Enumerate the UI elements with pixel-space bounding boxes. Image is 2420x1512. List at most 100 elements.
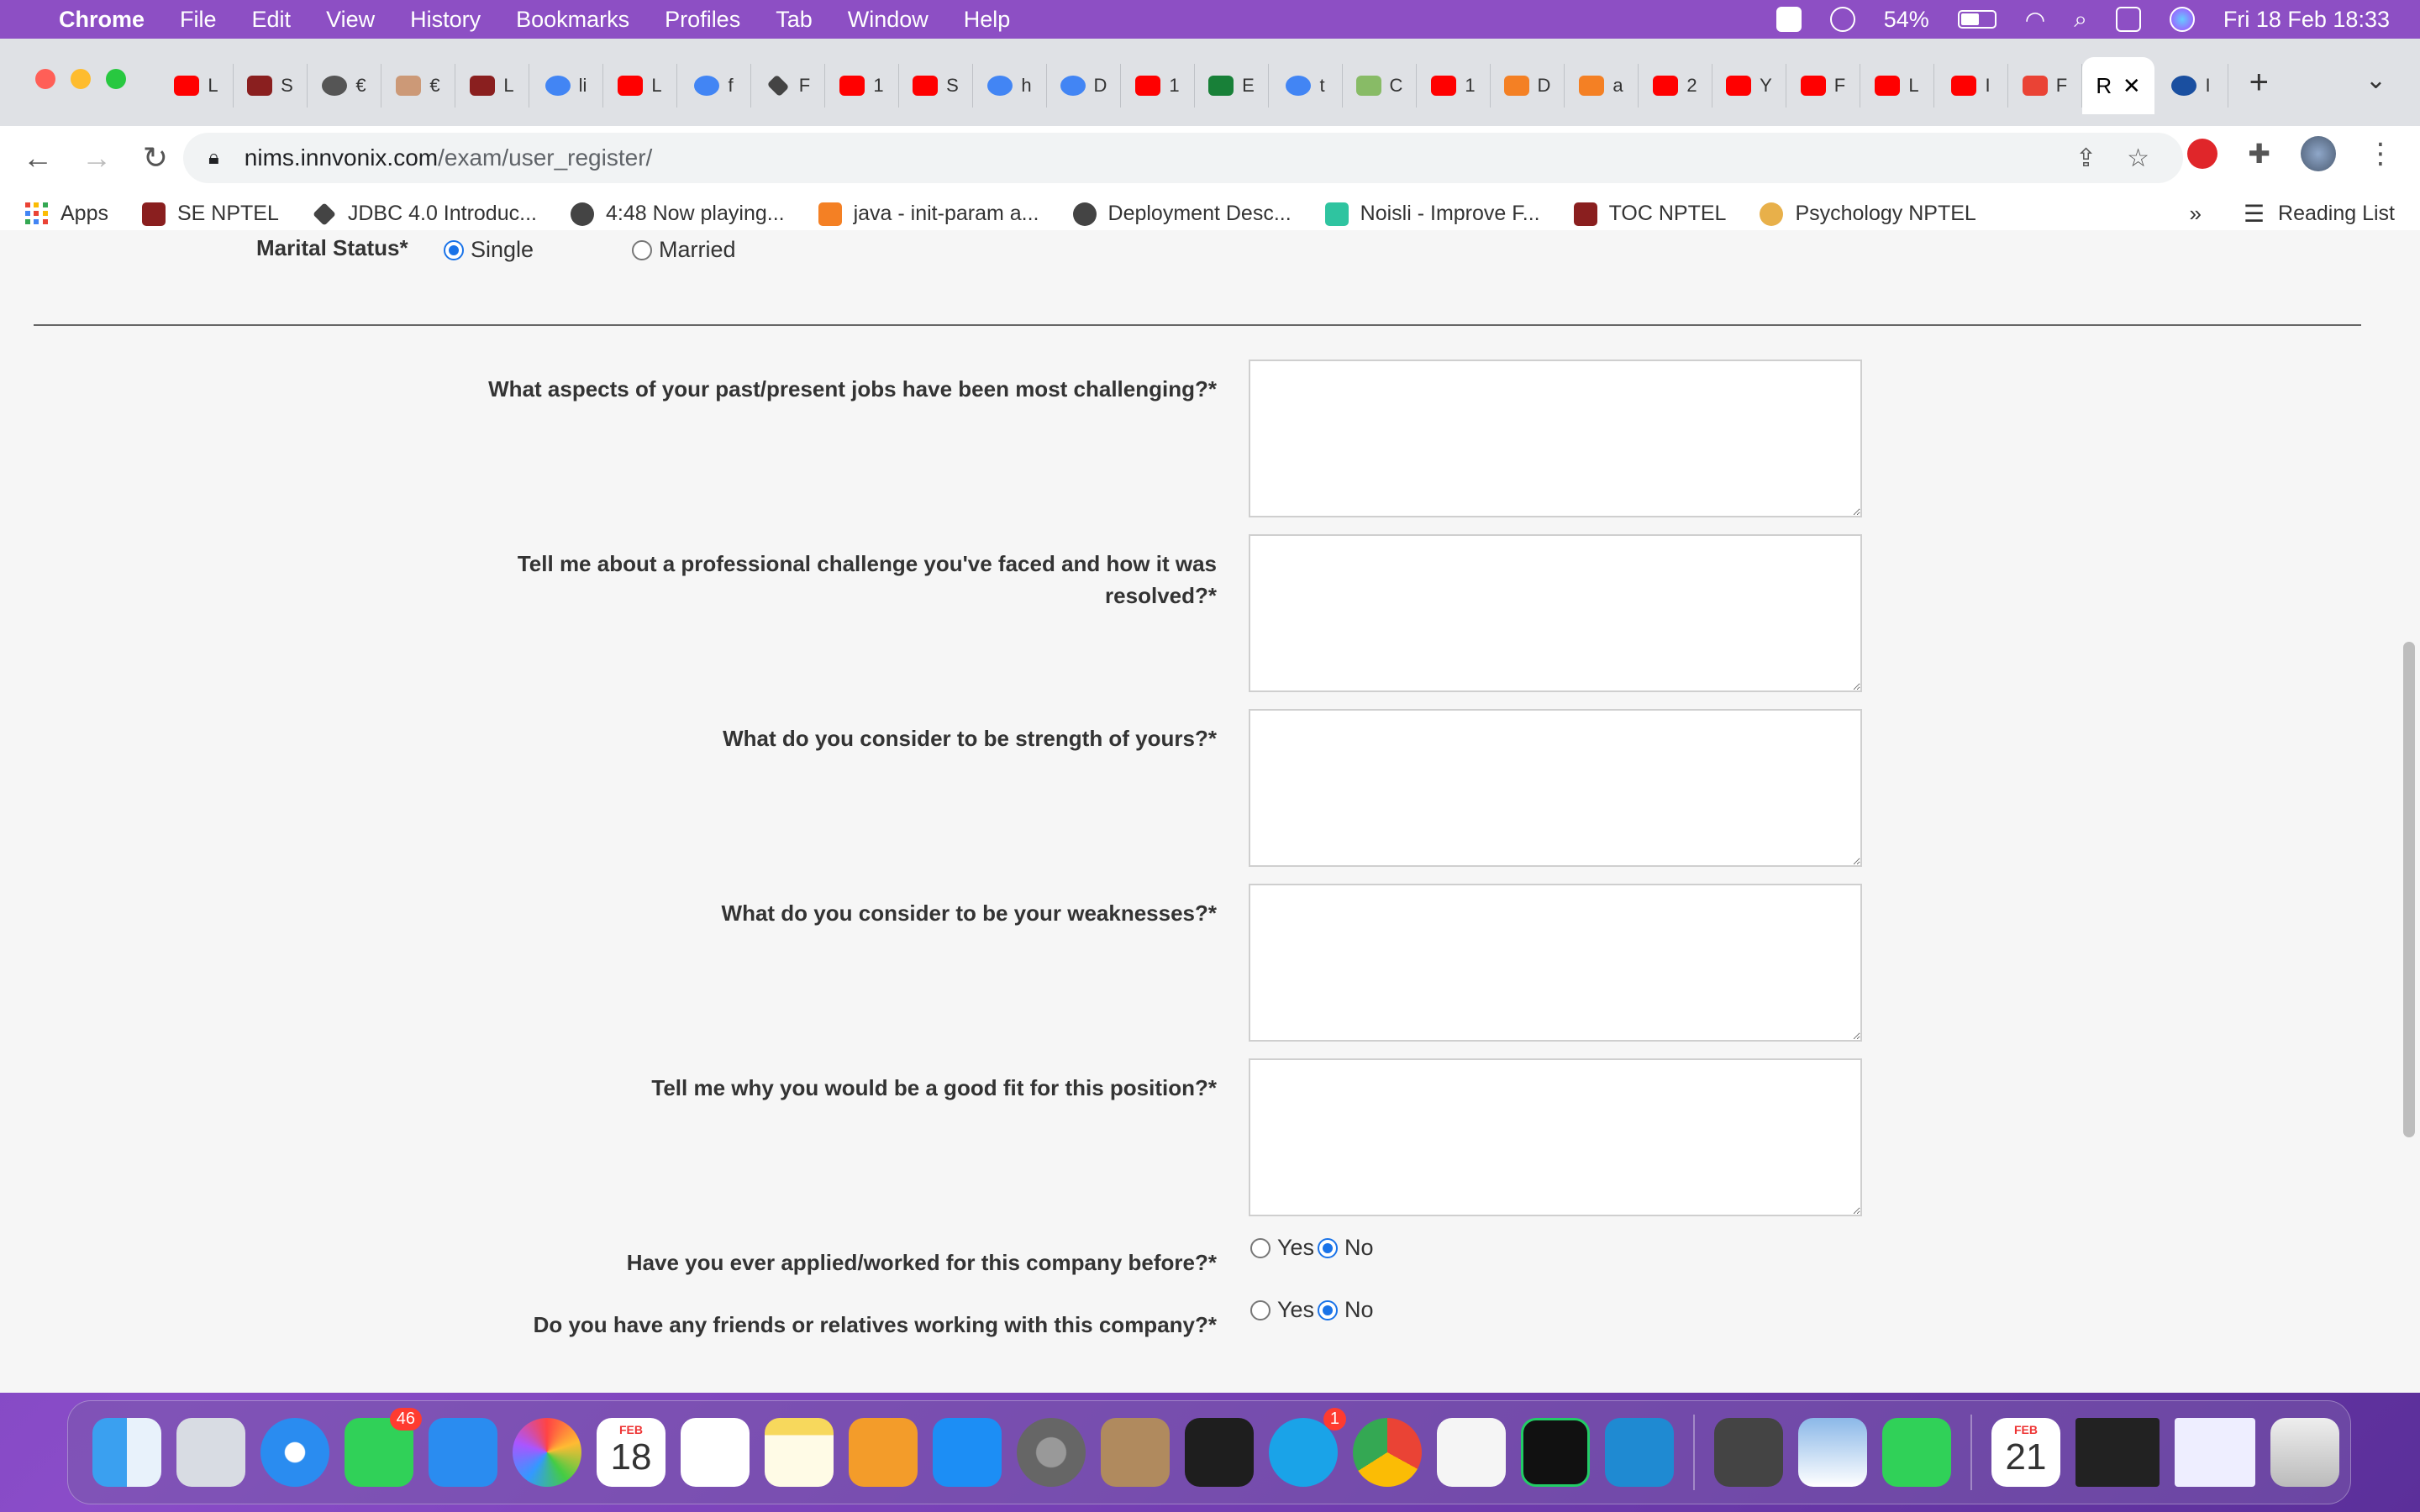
bookmark-item[interactable]: JDBC 4.0 Introduc... [313, 202, 537, 226]
tab[interactable]: L [1860, 64, 1934, 108]
menu-window[interactable]: Window [848, 7, 929, 33]
close-window-button[interactable] [35, 69, 55, 89]
calendar-icon[interactable]: FEB 18 [597, 1418, 666, 1487]
menu-edit[interactable]: Edit [252, 7, 292, 33]
address-bar[interactable]: 🔒︎ nims.innvonix.com/exam/user_register/… [183, 133, 2183, 183]
clock[interactable]: Fri 18 Feb 18:33 [2223, 7, 2390, 33]
bookmark-item[interactable]: TOC NPTEL [1573, 202, 1726, 226]
reload-button[interactable]: ↻ [134, 140, 176, 176]
bookmarks-overflow-icon[interactable]: » [2190, 201, 2202, 227]
bookmark-item[interactable]: 4:48 Now playing... [570, 202, 785, 226]
document-thumbnail-icon[interactable] [2175, 1418, 2255, 1487]
tab[interactable]: Y [1712, 64, 1786, 108]
tab[interactable]: D [1047, 64, 1121, 108]
menu-history[interactable]: History [410, 7, 481, 33]
tab[interactable]: € [381, 64, 455, 108]
tab[interactable]: 1 [825, 64, 899, 108]
adblock-extension-icon[interactable] [2187, 139, 2218, 169]
tab[interactable]: I [2154, 64, 2228, 108]
tab[interactable]: 1 [1121, 64, 1195, 108]
tab[interactable]: L [160, 64, 234, 108]
bookmark-item[interactable]: java - init-param a... [818, 202, 1039, 226]
tab[interactable]: C [1343, 64, 1417, 108]
active-tab[interactable]: R ✕ [2082, 57, 2154, 114]
back-button[interactable]: ← [17, 140, 59, 176]
system-preferences-icon[interactable] [1017, 1418, 1086, 1487]
tab[interactable]: F [1786, 64, 1860, 108]
applied-before-yes-option[interactable]: Yes [1250, 1235, 1314, 1261]
skype-icon[interactable]: 1 [1269, 1408, 1346, 1487]
finder-icon[interactable] [92, 1418, 161, 1487]
tab[interactable]: L [455, 64, 529, 108]
bookmark-item[interactable]: SE NPTEL [141, 202, 279, 226]
trash-icon[interactable] [2270, 1418, 2339, 1487]
chrome-icon[interactable] [1353, 1418, 1422, 1487]
tab[interactable]: I [1934, 64, 2008, 108]
strength-answer-field[interactable] [1249, 709, 1862, 867]
close-tab-icon[interactable]: ✕ [2123, 73, 2141, 99]
tab[interactable]: a [1565, 64, 1639, 108]
menu-profiles[interactable]: Profiles [665, 7, 740, 33]
marital-single-option[interactable]: Single [444, 237, 534, 263]
challenging-answer-field[interactable] [1249, 360, 1862, 517]
facetime-icon[interactable] [1882, 1418, 1951, 1487]
bookmark-star-icon[interactable]: ☆ [2127, 144, 2149, 173]
tab-search-chevron-icon[interactable]: ⌄ [2365, 66, 2386, 95]
menu-tab[interactable]: Tab [776, 7, 813, 33]
tab[interactable]: 2 [1639, 64, 1712, 108]
notes-icon[interactable] [765, 1418, 834, 1487]
weaknesses-answer-field[interactable] [1249, 884, 1862, 1042]
tab[interactable]: E [1195, 64, 1269, 108]
friends-relatives-no-radio[interactable] [1318, 1299, 1338, 1320]
minimize-window-button[interactable] [71, 69, 91, 89]
tab[interactable]: D [1491, 64, 1565, 108]
battery-icon[interactable] [1957, 10, 1996, 29]
tab[interactable]: S [899, 64, 973, 108]
menu-help[interactable]: Help [964, 7, 1011, 33]
textedit-icon[interactable] [1437, 1418, 1506, 1487]
new-tab-button[interactable]: + [2249, 64, 2269, 102]
zoom-window-button[interactable] [106, 69, 126, 89]
mail-icon[interactable] [429, 1418, 497, 1487]
extensions-puzzle-icon[interactable]: ✚ [2248, 138, 2270, 170]
marital-married-option[interactable]: Married [632, 237, 736, 263]
lock-icon[interactable]: 🔒︎ [208, 146, 219, 170]
applied-before-no-option[interactable]: No [1318, 1235, 1374, 1261]
launchpad-icon[interactable] [176, 1418, 245, 1487]
terminal-window-thumbnail-icon[interactable] [2075, 1418, 2160, 1487]
applied-before-yes-radio[interactable] [1250, 1237, 1270, 1258]
tab[interactable]: L [603, 64, 677, 108]
calendar-stack-icon[interactable]: FEB 21 [1991, 1418, 2060, 1487]
menu-view[interactable]: View [326, 7, 375, 33]
tab[interactable]: F [751, 64, 825, 108]
share-icon[interactable]: ⇪ [2075, 144, 2096, 173]
play-icon[interactable] [1829, 7, 1855, 32]
menu-app-chrome[interactable]: Chrome [59, 7, 145, 33]
safari-icon[interactable] [260, 1418, 329, 1487]
reminders-icon[interactable] [681, 1418, 750, 1487]
tab[interactable]: f [677, 64, 751, 108]
tab[interactable]: t [1269, 64, 1343, 108]
menu-bookmarks[interactable]: Bookmarks [516, 7, 629, 33]
tab[interactable]: € [308, 64, 381, 108]
vscode-icon[interactable] [1605, 1418, 1674, 1487]
bookmark-item[interactable]: Psychology NPTEL [1760, 202, 1976, 226]
bookmark-apps[interactable]: Apps [25, 202, 108, 226]
terminal-icon[interactable] [1185, 1418, 1254, 1487]
control-center-icon[interactable] [2115, 7, 2141, 32]
siri-icon[interactable] [2169, 7, 2195, 32]
menu-file[interactable]: File [180, 7, 217, 33]
page-scrollbar-thumb[interactable] [2403, 642, 2415, 1137]
preview-icon[interactable] [1798, 1418, 1867, 1487]
professional-challenge-answer-field[interactable] [1249, 534, 1862, 692]
profile-avatar[interactable] [2301, 136, 2336, 171]
calculator-icon[interactable] [1714, 1418, 1783, 1487]
bookmark-item[interactable]: Noisli - Improve F... [1324, 202, 1540, 226]
friends-relatives-yes-option[interactable]: Yes [1250, 1297, 1314, 1323]
checkmark-icon[interactable] [1776, 7, 1802, 32]
tab[interactable]: h [973, 64, 1047, 108]
forward-button[interactable]: → [76, 140, 118, 176]
messages-icon[interactable]: 46 [345, 1408, 422, 1487]
friends-relatives-yes-radio[interactable] [1250, 1299, 1270, 1320]
pages-icon[interactable] [849, 1418, 918, 1487]
